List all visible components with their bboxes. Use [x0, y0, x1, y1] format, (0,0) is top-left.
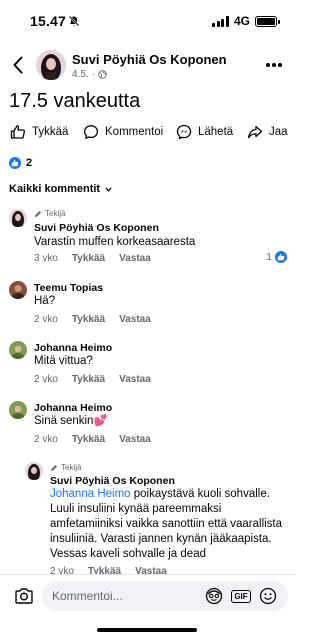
emoji-button[interactable]	[258, 586, 278, 606]
comment-text: Hä?	[34, 295, 56, 307]
comment-like-button[interactable]: Tykkää	[72, 253, 105, 264]
comment-composer: GIF	[0, 574, 295, 616]
network-type: 4G	[233, 14, 250, 28]
reactions-summary[interactable]: 2	[9, 157, 32, 169]
comment-sort-dropdown[interactable]: Kaikki kommentit	[9, 183, 112, 195]
post-header: Suvi Pöyhiä Os Koponen 4.5. ·	[0, 44, 295, 86]
post-date: 4.5.	[72, 69, 89, 80]
comment-meta: 3 vko Tykkää Vastaa	[34, 253, 151, 264]
like-reaction-icon	[9, 157, 21, 169]
signal-icon	[212, 15, 229, 27]
more-options-button[interactable]	[265, 56, 283, 74]
comment-time: 3 vko	[34, 253, 58, 264]
comment-time: 2 vko	[34, 314, 58, 325]
comment-author[interactable]: Johanna Heimo	[34, 342, 112, 354]
share-label: Jaa	[269, 126, 288, 138]
comment-author[interactable]: Suvi Pöyhiä Os Koponen	[34, 222, 159, 234]
commenter-avatar[interactable]	[9, 341, 27, 359]
comment-reply-button[interactable]: Vastaa	[119, 253, 151, 264]
comment-reply-button[interactable]: Vastaa	[119, 314, 151, 325]
commenter-avatar[interactable]	[9, 209, 27, 227]
status-time: 15.47	[30, 13, 67, 29]
status-bar: 15.47 4G	[0, 0, 295, 44]
gif-icon: GIF	[231, 589, 251, 603]
author-badge: Tekijä	[34, 209, 65, 218]
battery-icon	[255, 15, 280, 27]
like-label: Tykkää	[32, 126, 69, 138]
comment-like-button[interactable]: Tykkää	[72, 434, 105, 445]
comment-like-button[interactable]: Tykkää	[72, 374, 105, 385]
author-avatar[interactable]	[36, 50, 66, 80]
comment-meta: 2 vko Tykkää Vastaa	[34, 314, 151, 325]
chevron-left-icon	[13, 56, 23, 74]
comment-reply-button[interactable]: Vastaa	[119, 374, 151, 385]
sort-label: Kaikki kommentit	[9, 183, 101, 195]
comment-like-count[interactable]: 1	[266, 251, 287, 263]
chevron-down-icon	[105, 186, 112, 192]
comment-bubble-icon	[83, 125, 99, 139]
messenger-icon	[176, 124, 192, 140]
back-button[interactable]	[8, 53, 28, 77]
send-button[interactable]: Lähetä	[176, 124, 233, 140]
comment-text: Varastin muffen korkeasaaresta	[34, 236, 196, 248]
comment-meta: 2 vko Tykkää Vastaa	[34, 374, 151, 385]
send-label: Lähetä	[198, 126, 234, 138]
sparkling-heart-icon: 💕	[93, 415, 108, 427]
mention-link[interactable]: Johanna Heimo	[50, 488, 131, 500]
comment-time: 2 vko	[34, 374, 58, 385]
camera-icon[interactable]	[14, 587, 34, 605]
post-actions: Tykkää Kommentoi Lähetä Jaa	[0, 124, 295, 146]
post-author-name[interactable]: Suvi Pöyhiä Os Koponen	[72, 52, 227, 67]
share-button[interactable]: Jaa	[247, 124, 288, 140]
comment-reply-button[interactable]: Vastaa	[119, 434, 151, 445]
like-button[interactable]: Tykkää	[10, 124, 68, 140]
comment-text-wrapper: Sinä senkin💕	[34, 414, 107, 429]
comment-button[interactable]: Kommentoi	[83, 124, 163, 140]
comment-author[interactable]: Johanna Heimo	[34, 402, 112, 414]
gif-button[interactable]: GIF	[231, 586, 251, 606]
post-text: 17.5 vankeutta	[9, 90, 141, 112]
avatar-sticker-button[interactable]	[204, 586, 224, 606]
globe-icon	[98, 70, 107, 79]
commenter-avatar[interactable]	[9, 281, 27, 299]
like-reaction-icon	[275, 251, 287, 263]
commenter-avatar[interactable]	[9, 401, 27, 419]
comment-label: Kommentoi	[105, 126, 164, 138]
share-arrow-icon	[247, 125, 263, 139]
comment-meta: 2 vko Tykkää Vastaa	[34, 434, 151, 445]
comment-time: 2 vko	[34, 434, 58, 445]
comment-author[interactable]: Suvi Pöyhiä Os Koponen	[50, 475, 175, 487]
comment-text: Sinä senkin	[34, 415, 94, 427]
comment-text: Johanna Heimo poikaystävä kuoli sohvalle…	[50, 488, 283, 560]
thumbs-up-icon	[10, 125, 25, 139]
pencil-icon	[35, 210, 41, 217]
smiley-icon	[259, 587, 277, 605]
commenter-avatar[interactable]	[25, 462, 43, 480]
post-meta: 4.5. ·	[72, 69, 107, 80]
bell-muted-icon	[68, 15, 80, 27]
avatar-sticker-icon	[205, 587, 223, 605]
pencil-icon	[51, 464, 57, 471]
comment-author[interactable]: Teemu Topias	[34, 282, 103, 294]
comment-like-button[interactable]: Tykkää	[72, 314, 105, 325]
comment-input[interactable]	[42, 581, 288, 611]
status-indicators: 4G	[212, 14, 280, 28]
author-badge: Tekijä	[50, 463, 81, 472]
comment-text: Mitä vittua?	[34, 355, 93, 367]
reaction-count: 2	[26, 157, 33, 169]
home-indicator[interactable]	[97, 628, 197, 632]
